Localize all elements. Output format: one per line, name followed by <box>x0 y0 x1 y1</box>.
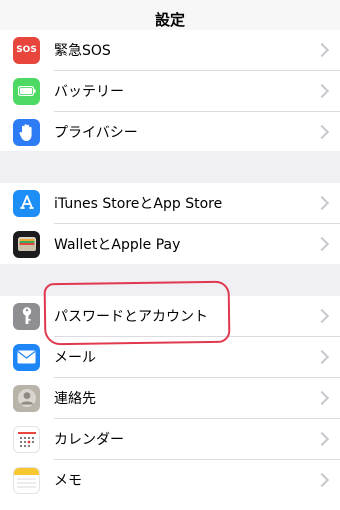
row-label: バッテリー <box>54 84 124 100</box>
row-label: プライバシー <box>54 125 138 141</box>
mail-icon <box>13 343 40 371</box>
chevron-right-icon <box>314 390 330 406</box>
row-label: 緊急SOS <box>54 43 111 59</box>
settings-group-2: iTunes StoreとApp Store WalletとApple Pay <box>0 183 340 264</box>
row-notes[interactable]: メモ <box>0 460 340 500</box>
chevron-right-icon <box>314 308 330 324</box>
chevron-right-icon <box>314 236 330 252</box>
chevron-right-icon <box>314 124 330 140</box>
chevron-right-icon <box>314 472 330 488</box>
highlight-annotation <box>43 280 231 346</box>
row-label: WalletとApple Pay <box>54 237 181 253</box>
settings-group-1: SOS 緊急SOS バッテリー プライバシー <box>0 30 340 151</box>
chevron-right-icon <box>314 83 330 99</box>
wallet-icon <box>13 230 40 258</box>
row-label: メール <box>54 350 96 366</box>
row-itunes-app-store[interactable]: iTunes StoreとApp Store <box>0 183 340 223</box>
row-emergency-sos[interactable]: SOS 緊急SOS <box>0 30 340 70</box>
app-store-icon <box>13 189 40 217</box>
row-label: iTunes StoreとApp Store <box>54 196 223 212</box>
calendar-icon <box>13 425 40 453</box>
row-label: 連絡先 <box>54 391 96 407</box>
key-icon <box>13 302 40 330</box>
row-wallet-apple-pay[interactable]: WalletとApple Pay <box>0 224 340 264</box>
row-battery[interactable]: バッテリー <box>0 71 340 111</box>
row-contacts[interactable]: 連絡先 <box>0 378 340 418</box>
contacts-icon <box>13 384 40 412</box>
row-label: メモ <box>54 473 82 489</box>
battery-icon <box>13 77 40 105</box>
chevron-right-icon <box>314 42 330 58</box>
chevron-right-icon <box>314 195 330 211</box>
row-calendar[interactable]: カレンダー <box>0 419 340 459</box>
row-privacy[interactable]: プライバシー <box>0 112 340 152</box>
page-title: 設定 <box>154 10 185 29</box>
notes-icon <box>13 466 40 494</box>
chevron-right-icon <box>314 431 330 447</box>
row-label: カレンダー <box>54 432 124 448</box>
privacy-hand-icon <box>13 118 40 146</box>
sos-icon: SOS <box>13 36 40 64</box>
chevron-right-icon <box>314 349 330 365</box>
